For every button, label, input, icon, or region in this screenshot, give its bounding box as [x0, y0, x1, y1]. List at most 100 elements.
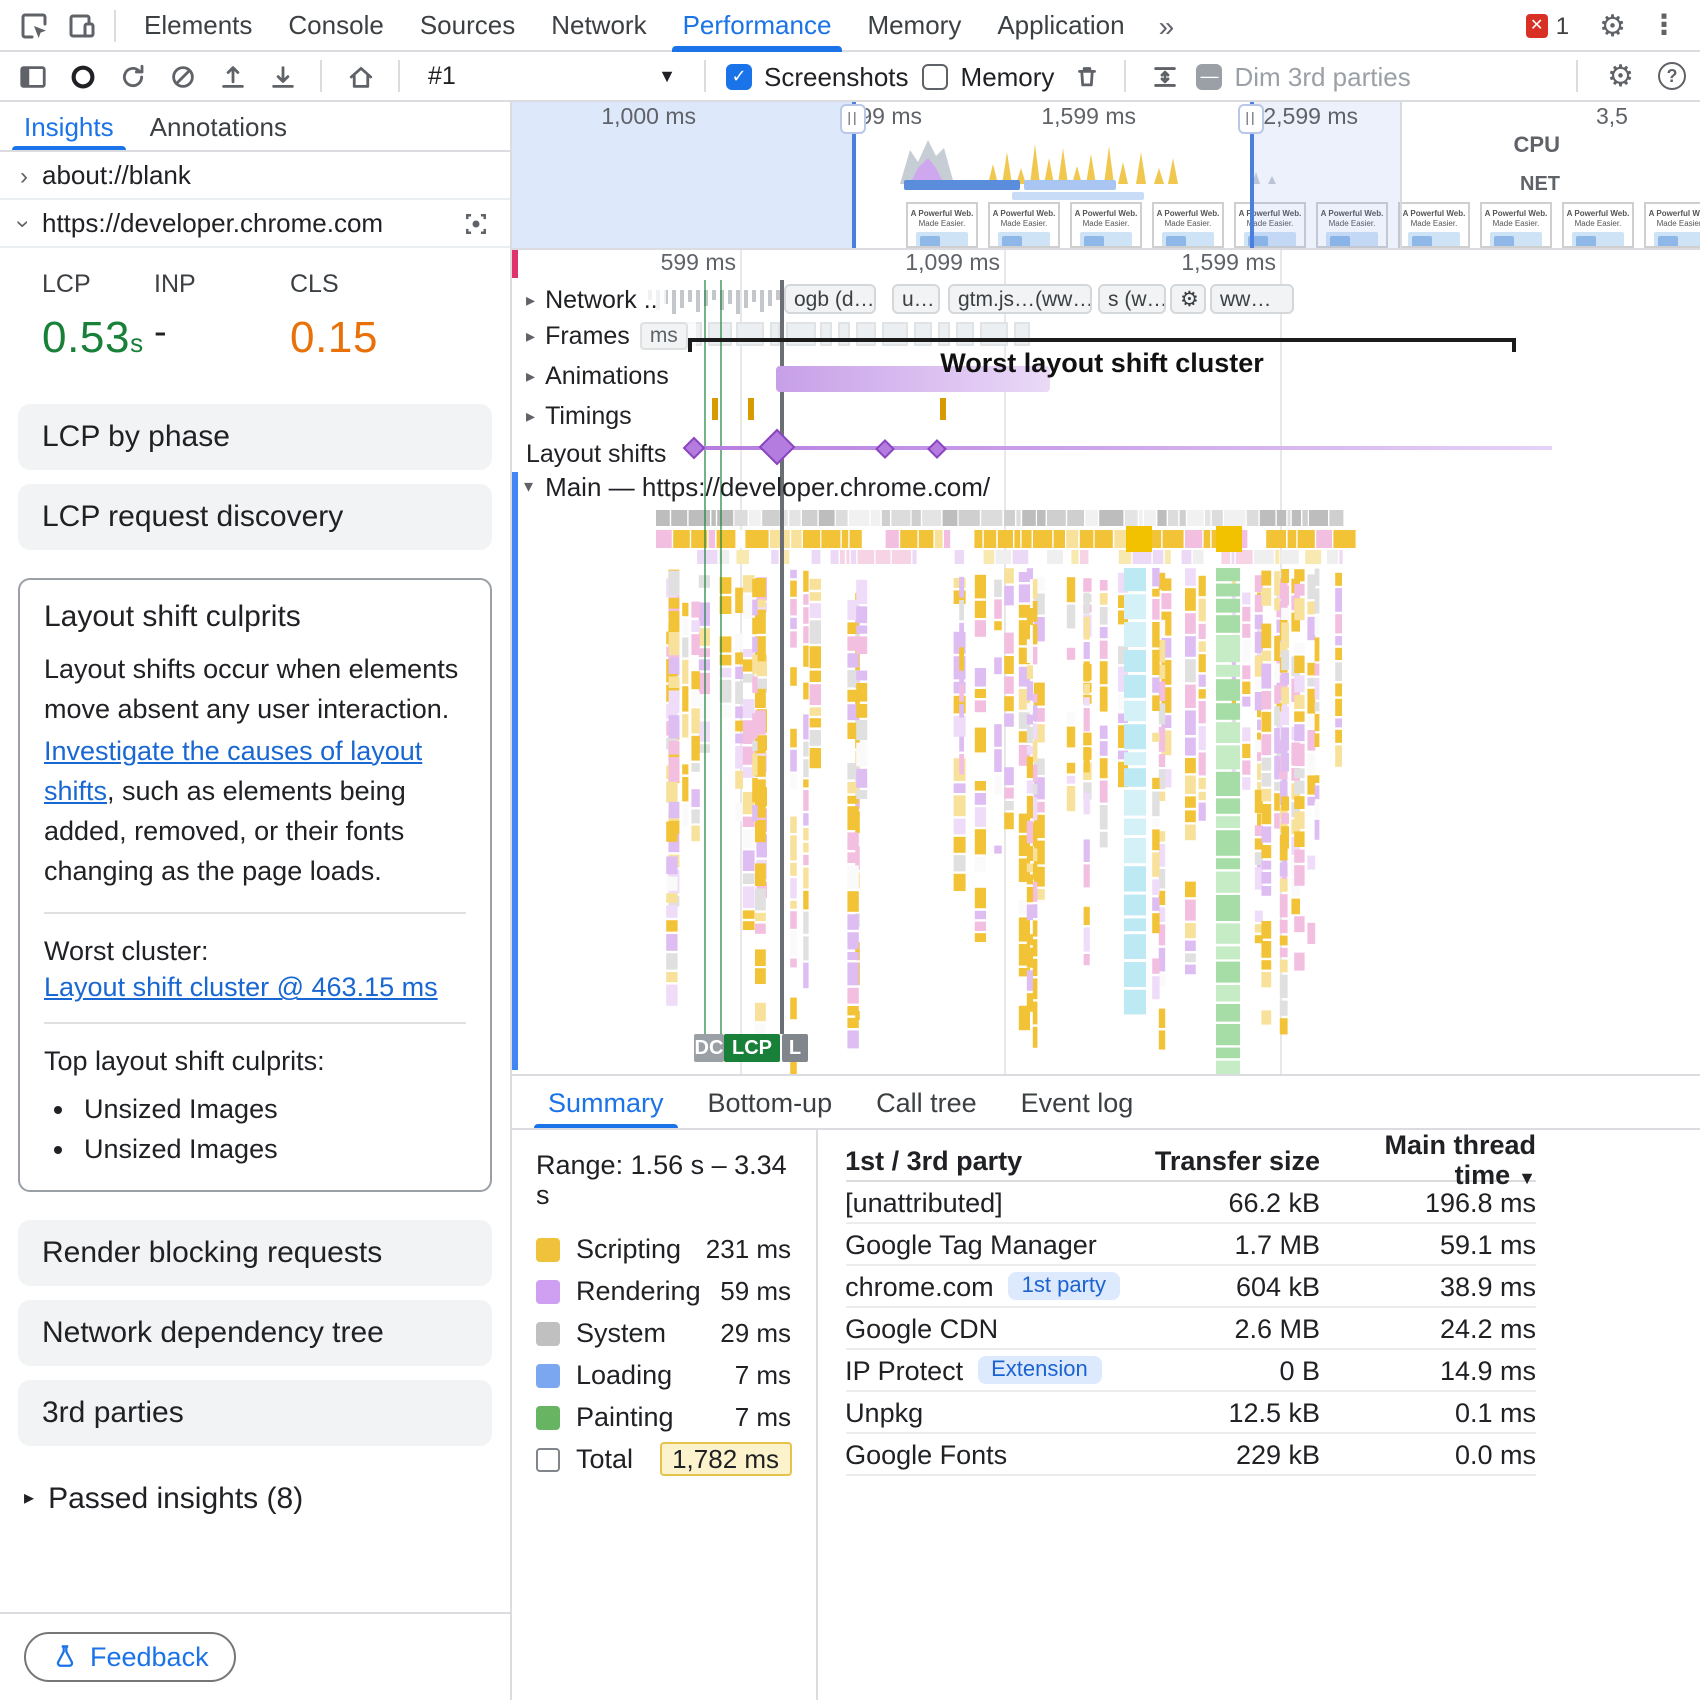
culprits-label: Top layout shift culprits:: [44, 1042, 466, 1081]
triangle-right-icon: ▸: [526, 325, 535, 347]
table-header[interactable]: 1st / 3rd party Transfer size Main threa…: [845, 1140, 1536, 1182]
insight-cards-top: LCP by phase LCP request discovery: [0, 390, 510, 564]
capture-settings-gear-icon[interactable]: ⚙: [1597, 58, 1644, 94]
details-tab-bottom-up[interactable]: Bottom-up: [688, 1076, 853, 1128]
metric-lcp[interactable]: LCP 0.53s: [42, 270, 154, 364]
screenshot-thumbnail[interactable]: A Powerful Web.Made Easier.: [906, 202, 978, 248]
network-request-pill[interactable]: gtm.js…(ww…: [948, 284, 1092, 314]
screenshots-checkbox[interactable]: ✓ Screenshots: [726, 61, 909, 91]
party-row[interactable]: Google Tag Manager1.7 MB59.1 ms: [845, 1224, 1536, 1266]
timing-mark[interactable]: [940, 398, 946, 420]
dim-3rd-parties-checkbox[interactable]: — Dim 3rd parties: [1196, 61, 1410, 91]
track-animations[interactable]: ▸Animations: [526, 362, 677, 390]
memory-checkbox[interactable]: Memory: [923, 61, 1055, 91]
feedback-button[interactable]: Feedback: [24, 1632, 237, 1682]
party-row[interactable]: IP ProtectExtension0 B14.9 ms: [845, 1350, 1536, 1392]
party-row[interactable]: chrome.com1st party604 kB38.9 ms: [845, 1266, 1536, 1308]
worst-cluster-label: Worst cluster:: [44, 931, 466, 970]
metric-cls[interactable]: CLS 0.15: [290, 270, 378, 364]
legend-scripting[interactable]: Scripting231 ms: [536, 1228, 791, 1270]
party-row[interactable]: Google CDN2.6 MB24.2 ms: [845, 1308, 1536, 1350]
track-layout-shifts[interactable]: Layout shifts: [526, 440, 674, 468]
track-network[interactable]: ▸Network ..: [526, 286, 666, 314]
screenshot-thumbnail[interactable]: A Powerful Web.Made Easier.: [1480, 202, 1552, 248]
screenshot-thumbnail[interactable]: A Powerful Web.Made Easier.: [1152, 202, 1224, 248]
network-request-pill[interactable]: ww…: [1210, 284, 1294, 314]
party-row[interactable]: [unattributed]66.2 kB196.8 ms: [845, 1182, 1536, 1224]
network-request-pill[interactable]: ogb (d…: [784, 284, 876, 314]
details-tabs: SummaryBottom-upCall treeEvent log: [512, 1076, 1700, 1130]
device-toolbar-icon[interactable]: [60, 3, 104, 47]
marker-lcp[interactable]: LCP: [724, 1034, 780, 1062]
network-request-pill[interactable]: s (w…: [1098, 284, 1166, 314]
timeline-tracks[interactable]: 599 ms1,099 ms1,599 ms ▸Network .. ogb (…: [512, 250, 1700, 1074]
legend-total[interactable]: Total1,782 ms: [536, 1438, 791, 1480]
panel-left-toggle-icon[interactable]: [14, 58, 50, 94]
capture-icon[interactable]: [462, 209, 490, 237]
passed-insights[interactable]: ▸ Passed insights (8): [0, 1460, 510, 1538]
insight-card[interactable]: LCP request discovery: [18, 484, 492, 550]
insight-card[interactable]: LCP by phase: [18, 404, 492, 470]
insight-card[interactable]: Render blocking requests: [18, 1220, 492, 1286]
legend-rendering[interactable]: Rendering59 ms: [536, 1270, 791, 1312]
worst-cluster-link[interactable]: Layout shift cluster @ 463.15 ms: [44, 972, 438, 1002]
menu-kebab-icon[interactable]: ⋮: [1640, 8, 1688, 42]
upload-profile-icon[interactable]: [214, 58, 250, 94]
network-request-pill[interactable]: u…: [892, 284, 940, 314]
track-frames[interactable]: ▸Framesms: [526, 322, 696, 350]
sidebar-tab-insights[interactable]: Insights: [8, 102, 130, 150]
flame-chart[interactable]: [512, 502, 1700, 1074]
issues-counter[interactable]: ✕ 1: [1526, 11, 1569, 39]
insight-card[interactable]: Network dependency tree: [18, 1300, 492, 1366]
record-icon[interactable]: [64, 58, 100, 94]
timeline-overview[interactable]: A Powerful Web.Made Easier.A Powerful We…: [512, 102, 1700, 250]
legend-painting[interactable]: Painting7 ms: [536, 1396, 791, 1438]
culprit-list: Unsized ImagesUnsized Images: [84, 1089, 466, 1170]
track-timings[interactable]: ▸Timings: [526, 402, 640, 430]
profile-select[interactable]: #1 ▼: [420, 57, 684, 95]
main-thread-header[interactable]: ▾Main — https://developer.chrome.com/: [524, 472, 990, 502]
download-profile-icon[interactable]: [264, 58, 300, 94]
network-request-pill[interactable]: ⚙: [1170, 284, 1206, 314]
reload-icon[interactable]: [114, 58, 150, 94]
sidebar-item-site[interactable]: › https://developer.chrome.com: [0, 200, 510, 248]
help-icon[interactable]: ?: [1658, 62, 1686, 90]
legend-loading[interactable]: Loading7 ms: [536, 1354, 791, 1396]
tab-application[interactable]: Application: [979, 0, 1142, 51]
distribute-vertical-icon[interactable]: [1146, 58, 1182, 94]
settings-gear-icon[interactable]: ⚙: [1589, 7, 1636, 43]
clear-icon[interactable]: [164, 58, 200, 94]
marker-l[interactable]: L: [782, 1034, 808, 1062]
inspect-icon[interactable]: [12, 3, 56, 47]
window-handle-left[interactable]: ||: [852, 102, 856, 248]
screenshot-thumbnail[interactable]: A Powerful Web.Made Easier.: [1070, 202, 1142, 248]
details-tab-summary[interactable]: Summary: [528, 1076, 684, 1128]
details-tab-event-log[interactable]: Event log: [1001, 1076, 1154, 1128]
details-tab-call-tree[interactable]: Call tree: [856, 1076, 997, 1128]
tab-elements[interactable]: Elements: [126, 0, 270, 51]
marker-dc[interactable]: DC: [694, 1034, 724, 1062]
screenshot-thumbnail[interactable]: A Powerful Web.Made Easier.: [1644, 202, 1700, 248]
timing-mark[interactable]: [748, 398, 754, 420]
screenshot-thumbnail[interactable]: A Powerful Web.Made Easier.: [1398, 202, 1470, 248]
layout-shift-culprits-card[interactable]: Layout shift culprits Layout shifts occu…: [18, 578, 492, 1192]
screenshot-thumbnail[interactable]: A Powerful Web.Made Easier.: [1562, 202, 1634, 248]
sidebar-tab-annotations[interactable]: Annotations: [134, 102, 303, 150]
sidebar-item-blank[interactable]: › about://blank: [0, 152, 510, 200]
more-tabs-icon[interactable]: »: [1147, 9, 1187, 41]
tab-console[interactable]: Console: [270, 0, 401, 51]
screenshot-thumbnail[interactable]: A Powerful Web.Made Easier.: [988, 202, 1060, 248]
party-row[interactable]: Google Fonts229 kB0.0 ms: [845, 1434, 1536, 1476]
timing-mark[interactable]: [712, 398, 718, 420]
tab-network[interactable]: Network: [533, 0, 664, 51]
metric-inp[interactable]: INP -: [154, 270, 290, 364]
tab-performance[interactable]: Performance: [665, 0, 850, 51]
collect-garbage-icon[interactable]: [1068, 58, 1104, 94]
home-icon[interactable]: [342, 58, 378, 94]
insight-card[interactable]: 3rd parties: [18, 1380, 492, 1446]
window-handle-right[interactable]: ||: [1250, 102, 1254, 248]
legend-system[interactable]: System29 ms: [536, 1312, 791, 1354]
tab-sources[interactable]: Sources: [402, 0, 533, 51]
tab-memory[interactable]: Memory: [849, 0, 979, 51]
party-row[interactable]: Unpkg12.5 kB0.1 ms: [845, 1392, 1536, 1434]
